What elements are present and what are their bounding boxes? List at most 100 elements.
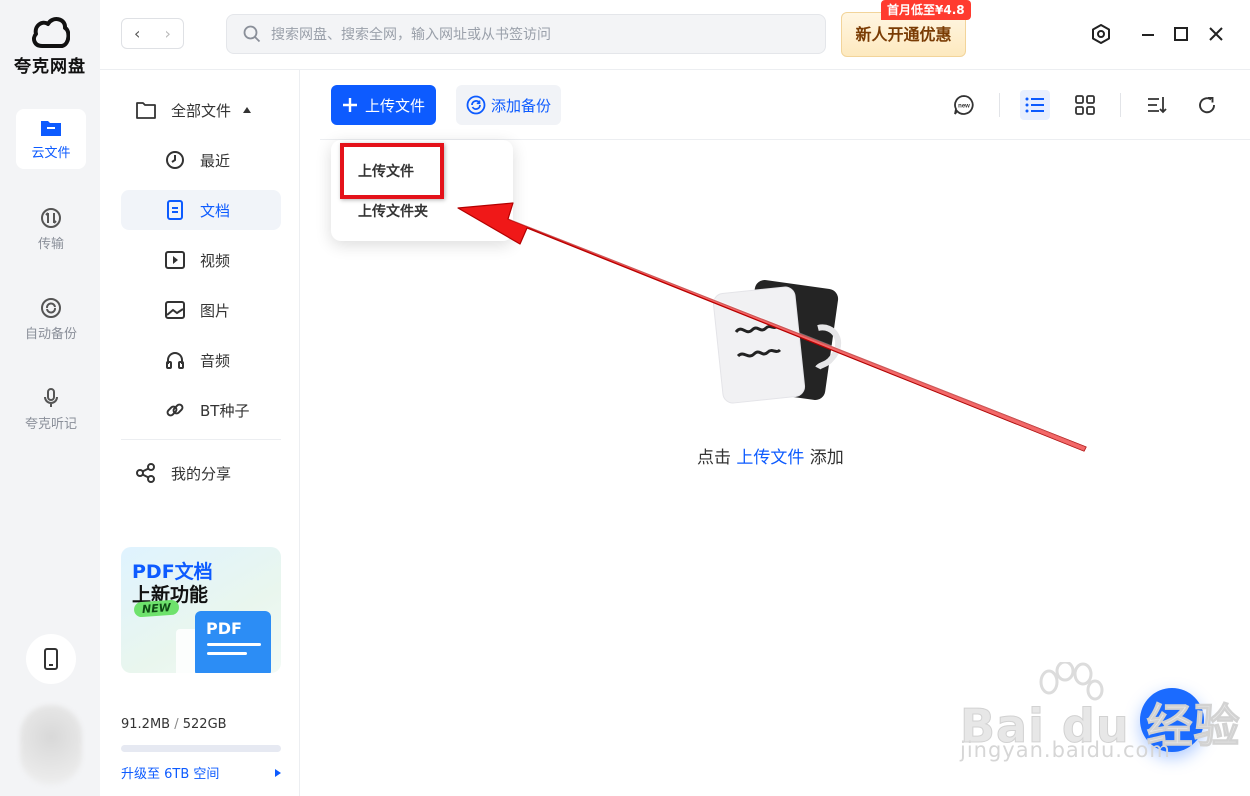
upload-button[interactable]: 上传文件 xyxy=(331,85,436,125)
sidebar-item-videos[interactable]: 视频 xyxy=(121,240,281,280)
maximize-button[interactable] xyxy=(1169,22,1193,46)
sidebar: 全部文件 最近 文档 视频 图片 音频 BT种子 我的分享 PDF文档 上新功能… xyxy=(100,70,300,796)
sidebar-item-all-files[interactable]: 全部文件 xyxy=(121,90,281,130)
add-backup-button[interactable]: 添加备份 xyxy=(456,85,561,125)
sidebar-item-documents[interactable]: 文档 xyxy=(121,190,281,230)
sidebar-item-label: 音频 xyxy=(200,351,231,370)
logo: 夸克网盘 xyxy=(0,14,100,77)
refresh-button[interactable] xyxy=(1192,90,1222,120)
menu-item-upload-folder[interactable]: 上传文件夹 xyxy=(358,201,428,221)
rail-item-notes[interactable]: 夸克听记 xyxy=(16,378,86,438)
sidebar-item-bt-torrent[interactable]: BT种子 xyxy=(121,390,281,430)
sidebar-item-label: 最近 xyxy=(200,151,231,170)
storage-usage: 91.2MB / 522GB xyxy=(121,717,227,732)
empty-text-prefix: 点击 xyxy=(697,448,737,468)
minimize-button[interactable] xyxy=(1136,22,1160,46)
upload-file-link[interactable]: 上传文件 xyxy=(736,448,804,468)
pdf-card-illustration: PDF xyxy=(195,611,271,673)
toolbar-divider xyxy=(999,93,1000,117)
clock-icon xyxy=(164,149,186,171)
share-icon xyxy=(135,462,157,484)
storage-progress-bar xyxy=(121,745,281,752)
rail-label: 夸克听记 xyxy=(24,417,77,432)
grid-view-icon xyxy=(1075,95,1095,115)
close-icon xyxy=(1209,27,1223,41)
list-view-icon xyxy=(1025,97,1044,113)
card-line xyxy=(207,643,261,646)
empty-state-text: 点击 上传文件 添加 xyxy=(697,443,844,468)
card-line xyxy=(207,652,247,655)
highlight-box xyxy=(340,143,444,199)
plus-icon xyxy=(343,98,357,112)
rail-label: 云文件 xyxy=(31,146,71,161)
refresh-icon xyxy=(1199,97,1215,114)
history-nav: ‹ › xyxy=(121,18,184,49)
maximize-icon xyxy=(1174,27,1188,41)
sync-icon xyxy=(41,298,61,318)
upgrade-label: 升级至 6TB 空间 xyxy=(121,767,220,782)
storage-total: 522GB xyxy=(182,717,227,732)
toolbar-divider xyxy=(1120,93,1121,117)
svg-text:new: new xyxy=(958,104,970,110)
upgrade-storage-link[interactable]: 升级至 6TB 空间 xyxy=(121,763,281,782)
sidebar-item-label: 图片 xyxy=(200,301,231,320)
list-view-button[interactable] xyxy=(1020,90,1050,120)
new-badge: NEW xyxy=(133,599,180,618)
watermark-url: jingyan.baidu.com xyxy=(960,738,1171,762)
search-placeholder: 搜索网盘、搜索全网，输入网址或从书签访问 xyxy=(271,27,551,43)
rail-item-transfer[interactable]: 传输 xyxy=(16,198,86,258)
pdf-card-label: PDF xyxy=(206,619,242,638)
transfer-icon xyxy=(41,208,61,228)
minimize-icon xyxy=(1142,34,1154,36)
search-input[interactable]: 搜索网盘、搜索全网，输入网址或从书签访问 xyxy=(226,14,826,54)
rail-label: 传输 xyxy=(37,237,64,252)
pdf-feature-banner[interactable]: PDF文档 上新功能 NEW PDF xyxy=(121,547,281,673)
app-window: 夸克网盘 云文件 传输 自动备份 夸克听记 ‹ › 搜索网盘、搜索全网，输入网址… xyxy=(0,0,1250,796)
backup-button-label: 添加备份 xyxy=(491,96,552,115)
headphones-icon xyxy=(164,349,186,371)
sidebar-item-audio[interactable]: 音频 xyxy=(121,340,281,380)
folder-icon xyxy=(41,121,61,136)
new-chat-icon: new xyxy=(954,95,974,115)
avatar[interactable] xyxy=(20,705,82,785)
upload-button-label: 上传文件 xyxy=(365,96,426,115)
rail-item-auto-backup[interactable]: 自动备份 xyxy=(16,288,86,348)
sidebar-item-label: 文档 xyxy=(200,201,231,220)
sidebar-item-label: 视频 xyxy=(200,251,231,270)
image-icon xyxy=(164,299,186,321)
grid-view-button[interactable] xyxy=(1070,90,1100,120)
sidebar-item-label: 我的分享 xyxy=(171,464,232,483)
sort-button[interactable] xyxy=(1142,90,1172,120)
link-icon xyxy=(164,399,186,421)
collapse-caret-icon[interactable] xyxy=(243,107,252,113)
sidebar-item-label: BT种子 xyxy=(200,401,250,420)
divider xyxy=(121,439,281,440)
sidebar-item-my-share[interactable]: 我的分享 xyxy=(121,453,281,493)
mobile-device-button[interactable] xyxy=(26,634,76,684)
close-button[interactable] xyxy=(1204,22,1228,46)
microphone-icon xyxy=(44,388,58,407)
settings-button[interactable] xyxy=(1089,22,1113,46)
whats-new-button[interactable]: new xyxy=(949,90,979,120)
forward-button[interactable]: › xyxy=(153,19,184,48)
storage-separator: / xyxy=(170,717,183,732)
video-icon xyxy=(164,249,186,271)
gear-icon xyxy=(1092,24,1110,44)
cloud-logo-icon xyxy=(32,17,70,48)
sync-icon xyxy=(466,95,486,115)
sort-icon xyxy=(1148,97,1167,114)
sidebar-item-recent[interactable]: 最近 xyxy=(121,140,281,180)
rail-item-cloud-files[interactable]: 云文件 xyxy=(16,109,86,169)
sidebar-item-images[interactable]: 图片 xyxy=(121,290,281,330)
empty-state-illustration xyxy=(700,270,860,414)
logo-text: 夸克网盘 xyxy=(14,57,86,77)
chevron-right-icon xyxy=(275,768,281,777)
left-rail: 夸克网盘 云文件 传输 自动备份 夸克听记 xyxy=(0,0,100,796)
storage-used: 91.2MB xyxy=(121,717,171,732)
rail-label: 自动备份 xyxy=(24,327,77,342)
document-icon xyxy=(164,199,186,221)
folder-outline-icon xyxy=(135,99,157,121)
back-button[interactable]: ‹ xyxy=(122,19,153,48)
sidebar-item-label: 全部文件 xyxy=(171,101,232,120)
offer-tag: 首月低至¥4.8 xyxy=(881,0,971,20)
